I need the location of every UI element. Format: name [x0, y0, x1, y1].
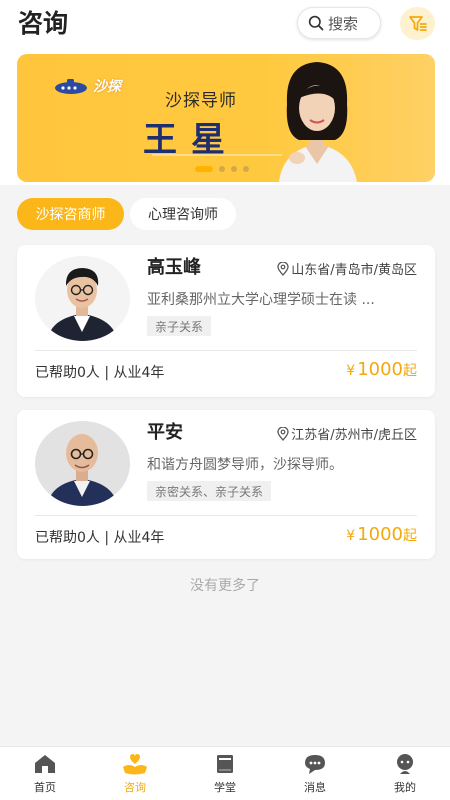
tab-shatan-counselor[interactable]: 沙探咨商师 — [17, 198, 124, 230]
page-title: 咨询 — [18, 9, 69, 38]
book-icon — [217, 755, 233, 773]
price-value: 1000 — [357, 359, 403, 380]
bottom-navigation: 首页 咨询 学堂 消息 我的 — [0, 746, 450, 800]
nav-label: 学堂 — [214, 781, 236, 794]
search-box[interactable]: 搜索 — [297, 7, 381, 39]
nav-consult[interactable]: 咨询 — [90, 747, 180, 800]
counselor-description: 和谐方舟圆梦导师，沙探导师。 — [147, 457, 343, 473]
search-icon — [308, 15, 324, 31]
location-pin-icon — [277, 261, 289, 276]
location-text: 江苏省/苏州市/虎丘区 — [291, 428, 417, 443]
divider — [35, 350, 417, 351]
counselor-location: 江苏省/苏州市/虎丘区 — [277, 424, 417, 443]
counselor-card[interactable]: 平安 江苏省/苏州市/虎丘区 和谐方舟圆梦导师，沙探导师。 亲密关系、亲子关系 … — [17, 410, 435, 559]
banner-subtitle: 沙探导师 — [165, 91, 237, 111]
counselor-stats: 已帮助0人 | 从业4年 — [35, 365, 165, 381]
banner-carousel[interactable]: 沙探 沙探导师 王星 — [17, 54, 435, 182]
counselor-name: 平安 — [147, 422, 183, 443]
price-suffix: 起 — [403, 528, 417, 544]
location-text: 山东省/青岛市/黄岛区 — [291, 263, 417, 278]
filter-button[interactable] — [400, 7, 435, 40]
carousel-indicator — [195, 166, 255, 172]
counselor-price: ¥1000起 — [346, 524, 417, 545]
counselor-stats: 已帮助0人 | 从业4年 — [35, 530, 165, 546]
counselor-card[interactable]: 高玉峰 山东省/青岛市/黄岛区 亚利桑那州立大学心理学硕士在读 ... 亲子关系… — [17, 245, 435, 397]
consult-icon — [123, 754, 147, 775]
counselor-location: 山东省/青岛市/黄岛区 — [277, 259, 417, 278]
search-label: 搜索 — [328, 14, 359, 33]
counselor-description: 亚利桑那州立大学心理学硕士在读 ... — [147, 292, 375, 308]
tab-psychological-counselor[interactable]: 心理咨询师 — [130, 198, 236, 230]
profile-icon — [397, 754, 413, 774]
carousel-dot[interactable] — [231, 166, 237, 172]
filter-icon — [408, 15, 427, 31]
nav-school[interactable]: 学堂 — [180, 747, 270, 800]
message-icon — [305, 755, 325, 774]
nav-home[interactable]: 首页 — [0, 747, 90, 800]
price-currency: ¥ — [346, 528, 356, 544]
counselor-tag: 亲子关系 — [147, 316, 212, 336]
nav-messages[interactable]: 消息 — [270, 747, 360, 800]
nav-label: 我的 — [394, 781, 416, 794]
avatar — [35, 421, 130, 506]
price-currency: ¥ — [346, 363, 356, 379]
nav-profile[interactable]: 我的 — [360, 747, 450, 800]
counselor-tag: 亲密关系、亲子关系 — [147, 481, 272, 501]
carousel-dot[interactable] — [243, 166, 249, 172]
counselor-price: ¥1000起 — [346, 359, 417, 380]
banner-logo: 沙探 — [53, 76, 121, 96]
price-suffix: 起 — [403, 363, 417, 379]
mentor-portrait-image — [279, 62, 357, 182]
location-pin-icon — [277, 426, 289, 441]
counselor-name: 高玉峰 — [147, 257, 201, 278]
nav-label: 咨询 — [124, 781, 146, 794]
price-value: 1000 — [357, 524, 403, 545]
banner-logo-text: 沙探 — [93, 79, 121, 95]
divider — [35, 515, 417, 516]
list-end-text: 没有更多了 — [190, 578, 260, 594]
carousel-dot[interactable] — [219, 166, 225, 172]
nav-label: 消息 — [304, 781, 326, 794]
nav-label: 首页 — [34, 781, 56, 794]
avatar — [35, 256, 130, 341]
carousel-dot[interactable] — [195, 166, 213, 172]
submarine-logo-icon — [55, 79, 87, 94]
home-icon — [35, 755, 55, 773]
